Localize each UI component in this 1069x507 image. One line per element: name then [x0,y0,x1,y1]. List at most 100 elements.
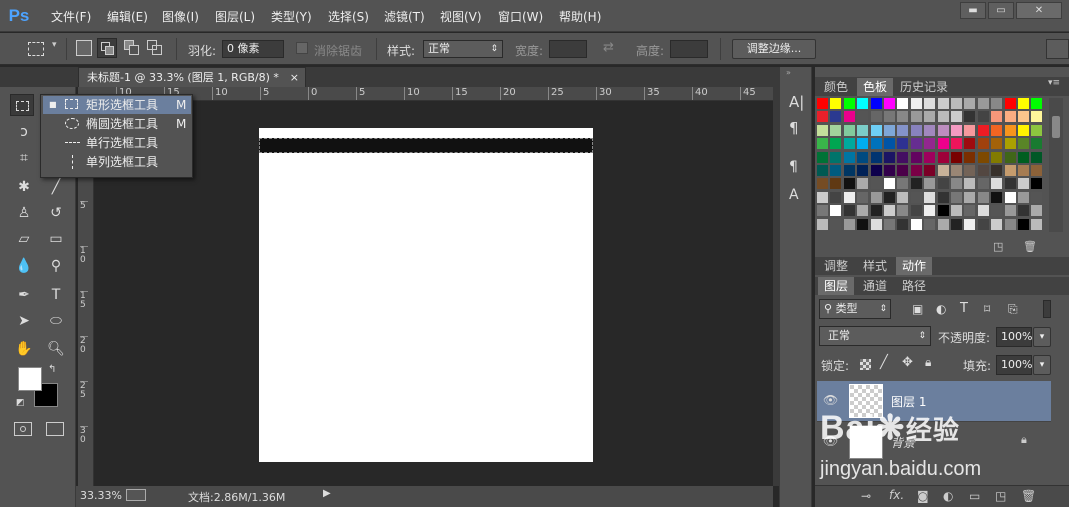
color-swatch[interactable] [937,151,949,163]
color-swatch[interactable] [843,205,855,217]
add-mask-icon[interactable]: ◙ [917,489,929,503]
adjustment-layer-icon[interactable]: ◐ [943,489,953,503]
filter-adjustment-icon[interactable]: ◐ [936,302,946,316]
color-swatch[interactable] [1031,191,1043,203]
zoom-tool-icon[interactable]: 🔍︎ [44,338,68,360]
color-swatch[interactable] [1031,151,1043,163]
color-swatch[interactable] [830,138,842,150]
color-swatch[interactable] [830,191,842,203]
new-layer-icon[interactable]: ◳ [995,489,1006,503]
color-swatch[interactable] [843,151,855,163]
color-swatch[interactable] [884,111,895,123]
color-swatch[interactable] [843,178,855,190]
color-swatch[interactable] [924,124,936,136]
color-swatch[interactable] [937,205,949,217]
color-swatch[interactable] [937,111,949,123]
color-swatch[interactable] [897,165,909,176]
color-swatch[interactable] [817,124,828,136]
color-swatch[interactable] [884,151,895,163]
restore-button[interactable]: ▭ [988,2,1014,19]
tab-layers[interactable]: 图层 [818,277,854,295]
swap-icon[interactable]: ⇄ [603,40,614,55]
filter-toggle[interactable] [1043,300,1051,318]
color-swatch[interactable] [884,218,895,230]
panel-menu-icon[interactable]: ▾≡ [1048,78,1060,88]
color-swatch[interactable] [910,98,922,109]
new-selection-icon[interactable] [76,40,92,56]
color-swatch[interactable] [991,124,1003,136]
healing-brush-icon[interactable]: ✱ [12,176,36,198]
document-tab[interactable]: 未标题-1 @ 33.3% (图层 1, RGB/8) * × [78,67,306,87]
color-swatch[interactable] [817,191,828,203]
color-swatch[interactable] [1018,178,1029,190]
flyout-item-single-row-marquee[interactable]: 单行选框工具 [43,134,191,152]
color-swatch[interactable] [991,98,1003,109]
ellipse-shape-icon[interactable]: ⬭ [44,310,68,332]
character-panel-icon[interactable]: A| [789,93,804,111]
color-swatch[interactable] [897,111,909,123]
menu-file[interactable]: 文件(F) [51,8,91,25]
color-swatch[interactable] [857,151,869,163]
color-swatch[interactable] [910,124,922,136]
color-swatch[interactable] [951,151,962,163]
color-swatch[interactable] [910,151,922,163]
close-icon[interactable]: × [290,68,299,87]
menu-view[interactable]: 视图(V) [440,8,482,25]
color-swatch[interactable] [1031,165,1043,176]
color-swatch[interactable] [1031,138,1043,150]
color-swatch[interactable] [991,191,1003,203]
color-swatch[interactable] [830,151,842,163]
eye-icon[interactable]: 👁︎ [823,393,838,407]
hand-tool-icon[interactable]: ✋ [12,338,36,360]
color-swatch[interactable] [977,165,989,176]
filter-type-icon[interactable]: T [960,301,968,316]
color-swatch[interactable] [991,218,1003,230]
quick-mask-icon[interactable] [14,422,32,436]
menu-help[interactable]: 帮助(H) [559,8,601,25]
color-swatch[interactable] [910,191,922,203]
link-layers-icon[interactable]: ⊸ [861,489,871,503]
color-swatch[interactable] [951,165,962,176]
horizontal-ruler[interactable]: 101510505101520253035404550 [94,87,804,101]
color-swatch[interactable] [870,218,882,230]
color-swatch[interactable] [1031,124,1043,136]
tab-swatches[interactable]: 色板 [857,78,893,96]
document-canvas[interactable] [259,128,593,462]
color-swatch[interactable] [830,218,842,230]
color-swatch[interactable] [924,98,936,109]
trash-icon[interactable]: 🗑︎ [1023,240,1037,253]
color-swatch[interactable] [951,124,962,136]
color-swatch[interactable] [1018,165,1029,176]
type-tool-icon[interactable]: T [44,284,68,306]
tab-adjustments[interactable]: 调整 [818,257,854,275]
screen-mode-icon[interactable] [46,422,64,436]
color-swatch[interactable] [857,165,869,176]
chevron-down-icon[interactable]: ▾ [1033,327,1051,347]
color-swatch[interactable] [964,98,976,109]
color-swatch[interactable] [924,111,936,123]
color-swatch[interactable] [870,151,882,163]
color-swatch[interactable] [870,191,882,203]
color-swatch[interactable] [843,124,855,136]
color-swatch[interactable] [937,191,949,203]
foreground-color-swatch[interactable] [18,367,42,391]
color-swatch[interactable] [1018,191,1029,203]
color-swatch[interactable] [884,191,895,203]
menu-filter[interactable]: 滤镜(T) [384,8,425,25]
color-swatch[interactable] [951,98,962,109]
color-swatch[interactable] [964,111,976,123]
minimize-button[interactable]: ▬ [960,2,986,19]
color-swatch[interactable] [870,138,882,150]
color-swatch[interactable] [937,124,949,136]
menu-type[interactable]: 类型(Y) [271,8,312,25]
color-swatch[interactable] [843,165,855,176]
color-swatch[interactable] [1018,205,1029,217]
feather-input[interactable]: 0 像素 [222,40,284,58]
color-swatch[interactable] [843,98,855,109]
color-swatch[interactable] [951,218,962,230]
color-swatch[interactable] [924,178,936,190]
blend-mode-select[interactable]: 正常 ⇕ [819,326,931,346]
color-swatch[interactable] [897,138,909,150]
color-swatch[interactable] [1018,218,1029,230]
color-swatch[interactable] [924,151,936,163]
